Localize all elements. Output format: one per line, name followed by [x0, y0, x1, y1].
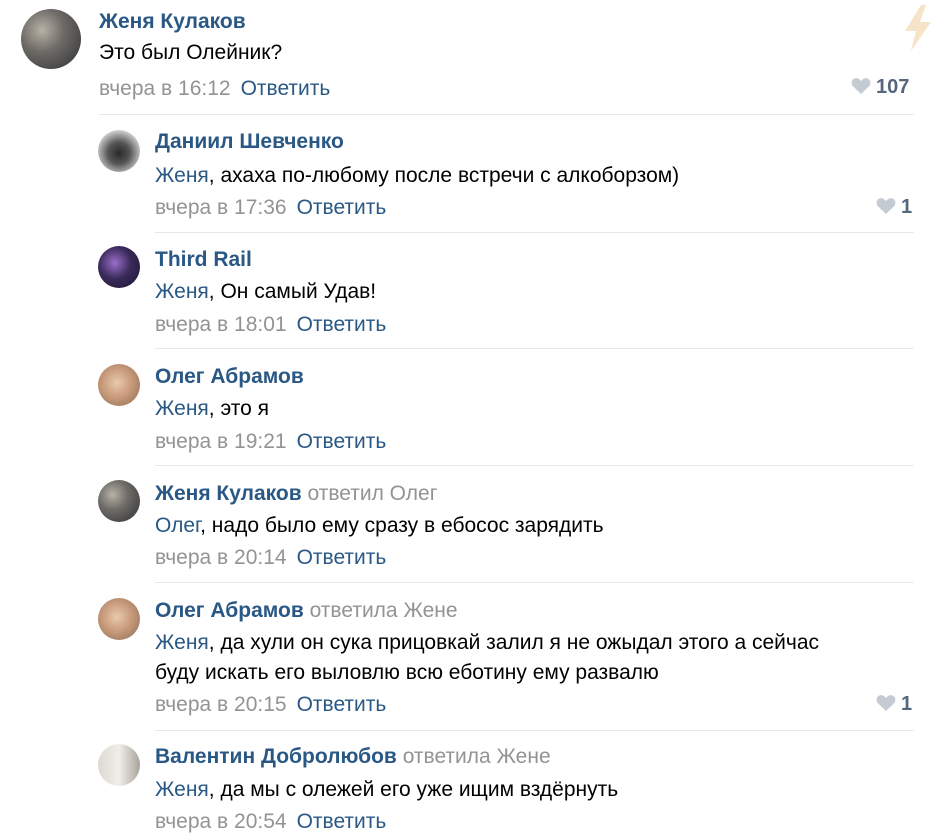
comment-text: Женя, это я	[155, 397, 269, 420]
reply-comment: Third Rail Женя, Он самый Удав! вчера в …	[0, 234, 937, 350]
like-button[interactable]: 107	[851, 76, 909, 99]
comment-author[interactable]: Женя Кулаков	[99, 10, 246, 34]
reply-button[interactable]: Ответить	[241, 77, 331, 100]
reply-comment: Даниил Шевченко Женя, ахаха по-любому по…	[0, 118, 937, 234]
reply-to-label[interactable]: ответила Жене	[403, 745, 551, 768]
avatar[interactable]	[98, 130, 140, 172]
reply-comment: Валентин Добролюбов ответила Жене Женя, …	[0, 732, 937, 840]
divider	[155, 730, 914, 731]
reply-comment: Олег Абрамов Женя, это я вчера в 19:21 От…	[0, 350, 937, 466]
divider	[99, 114, 914, 115]
comment-author[interactable]: Валентин Добролюбов ответила Жене	[155, 745, 551, 769]
comment-author[interactable]: Даниил Шевченко	[155, 130, 344, 154]
mention-link[interactable]: Женя	[155, 280, 209, 303]
comment-text: Это был Олейник?	[99, 41, 283, 64]
comment-author[interactable]: Олег Абрамов	[155, 365, 304, 389]
comment-date[interactable]: вчера в 18:01	[155, 313, 287, 336]
root-comment: Женя Кулаков Это был Олейник? вчера в 16…	[0, 0, 937, 118]
comment-meta: вчера в 17:36 Ответить	[155, 196, 386, 220]
like-button[interactable]: 1	[876, 693, 912, 716]
like-button[interactable]: 1	[876, 196, 912, 219]
comment-author[interactable]: Third Rail	[155, 248, 252, 272]
comment-meta: вчера в 20:54 Ответить	[155, 810, 386, 834]
heart-icon	[876, 695, 896, 711]
comment-text: Женя, да мы с олежей его уже ищим вздёрн…	[155, 778, 619, 801]
comment-author[interactable]: Женя Кулаков ответил Олег	[155, 482, 437, 506]
comment-date[interactable]: вчера в 16:12	[99, 77, 231, 100]
comment-date[interactable]: вчера в 20:14	[155, 546, 287, 569]
comment-meta: вчера в 20:14 Ответить	[155, 546, 386, 570]
mention-link[interactable]: Женя	[155, 397, 209, 420]
comment-meta: вчера в 16:12 Ответить	[99, 77, 330, 101]
comment-meta: вчера в 20:15 Ответить	[155, 693, 386, 717]
avatar[interactable]	[98, 480, 140, 522]
comment-text: Женя, ахаха по-любому после встречи с ал…	[155, 164, 680, 187]
mention-link[interactable]: Олег	[155, 514, 200, 537]
reply-button[interactable]: Ответить	[297, 810, 387, 833]
reply-comment: Олег Абрамов ответила Жене Женя, да хули…	[0, 583, 937, 732]
heart-icon	[876, 198, 896, 214]
avatar[interactable]	[98, 364, 140, 406]
mention-link[interactable]: Женя	[155, 778, 209, 801]
avatar[interactable]	[98, 246, 140, 288]
reply-to-label[interactable]: ответил Олег	[308, 482, 438, 505]
reply-button[interactable]: Ответить	[297, 196, 387, 219]
reply-button[interactable]: Ответить	[297, 430, 387, 453]
comment-date[interactable]: вчера в 20:54	[155, 810, 287, 833]
comment-date[interactable]: вчера в 19:21	[155, 430, 287, 453]
comment-author[interactable]: Олег Абрамов ответила Жене	[155, 599, 458, 623]
heart-icon	[851, 78, 871, 94]
avatar[interactable]	[98, 744, 140, 786]
reply-button[interactable]: Ответить	[297, 313, 387, 336]
avatar[interactable]	[21, 9, 81, 69]
reply-to-label[interactable]: ответила Жене	[310, 599, 458, 622]
comment-meta: вчера в 18:01 Ответить	[155, 313, 386, 337]
reply-button[interactable]: Ответить	[297, 693, 387, 716]
comment-date[interactable]: вчера в 17:36	[155, 196, 287, 219]
avatar[interactable]	[98, 598, 140, 640]
comment-text: Олег, надо было ему сразу в ебосос заряд…	[155, 514, 604, 537]
divider	[155, 348, 914, 349]
divider	[155, 232, 914, 233]
comment-date[interactable]: вчера в 20:15	[155, 693, 287, 716]
reply-button[interactable]: Ответить	[297, 546, 387, 569]
mention-link[interactable]: Женя	[155, 631, 209, 654]
comment-text: Женя, да хули он сука прицовкай залил я …	[155, 631, 820, 684]
comment-text: Женя, Он самый Удав!	[155, 280, 377, 303]
reply-comment: Женя Кулаков ответил Олег Олег, надо был…	[0, 466, 937, 583]
mention-link[interactable]: Женя	[155, 164, 209, 187]
comment-meta: вчера в 19:21 Ответить	[155, 430, 386, 454]
